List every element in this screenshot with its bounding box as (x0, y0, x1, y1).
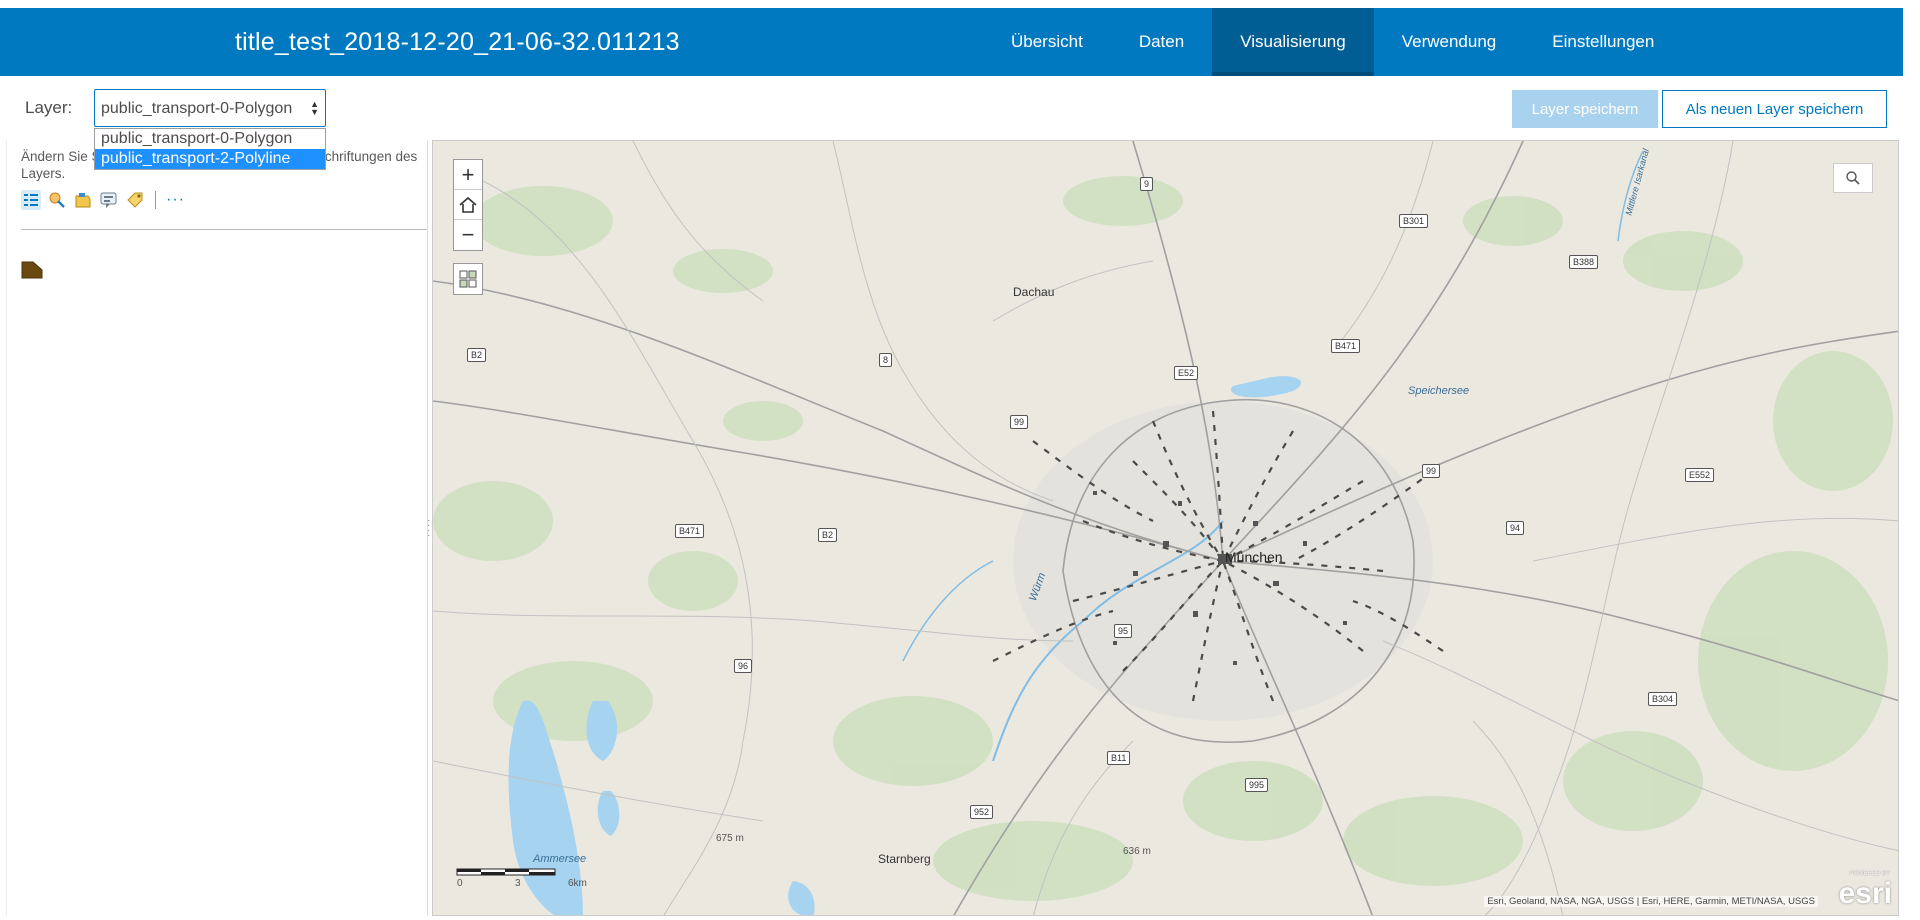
side-panel: Ändern Sie Stil, Filter, Felder, Pop-ups… (6, 140, 428, 916)
map-label-dachau: Dachau (1013, 285, 1055, 299)
road-shield: B304 (1648, 692, 1678, 706)
polygon-legend-swatch-icon (21, 260, 43, 280)
tab-visualization[interactable]: Visualisierung (1212, 8, 1374, 76)
zoom-controls: + − (453, 159, 483, 251)
layer-label: Layer: (25, 98, 73, 117)
road-shield: B2 (818, 528, 838, 542)
road-shield: 952 (970, 805, 994, 819)
map-view[interactable]: + − München Dachau Starnberg Speichersee… (432, 140, 1899, 916)
tab-overview[interactable]: Übersicht (983, 8, 1111, 76)
road-shield: 94 (1506, 521, 1525, 535)
road-shield: E552 (1685, 468, 1715, 482)
top-navigation-bar: title_test_2018-12-20_21-06-32.011213 Üb… (0, 8, 1903, 76)
fields-icon[interactable] (73, 190, 93, 210)
map-label-speichersee: Speichersee (1408, 385, 1470, 397)
select-arrows-icon: ▲ ▼ (310, 99, 319, 117)
layer-toolbar: Layer: public_transport-0-Polygon ▲ ▼ pub… (0, 76, 1903, 170)
zoom-out-icon[interactable]: − (454, 220, 482, 250)
page-title: title_test_2018-12-20_21-06-32.011213 (235, 28, 680, 56)
layer-dropdown-list: public_transport-0-Polygon public_transp… (94, 128, 326, 170)
panel-divider (21, 229, 427, 230)
save-layer-button[interactable]: Layer speichern (1512, 90, 1658, 128)
scale-bar-tick: 6km (568, 878, 587, 889)
style-icon[interactable] (21, 190, 41, 210)
basemap-gallery-control (453, 263, 483, 295)
tab-data[interactable]: Daten (1111, 8, 1212, 76)
tab-settings[interactable]: Einstellungen (1524, 8, 1682, 76)
road-shield: 99 (1010, 415, 1029, 429)
road-shield: B11 (1107, 751, 1131, 765)
zoom-in-icon[interactable]: + (454, 160, 482, 190)
road-shield: B301 (1399, 214, 1429, 228)
scale-bar-tick: 0 (457, 878, 463, 889)
panel-splitter[interactable]: · · · · (427, 516, 430, 541)
basemap (433, 141, 1898, 915)
filter-icon[interactable] (47, 190, 67, 210)
home-icon[interactable] (454, 190, 482, 220)
layer-select-value: public_transport-0-Polygon (101, 100, 293, 117)
layer-option-polygon[interactable]: public_transport-0-Polygon (95, 129, 325, 149)
road-shield: B471 (675, 524, 705, 538)
road-shield: 9 (1140, 177, 1154, 191)
road-shield: B388 (1569, 255, 1599, 269)
elevation-label: 636 m (1123, 846, 1151, 857)
basemap-gallery-icon[interactable] (454, 264, 482, 294)
road-shield: 95 (1114, 624, 1133, 638)
road-shield: E52 (1174, 366, 1199, 380)
road-shield: B2 (467, 348, 487, 362)
panel-toolbar: ··· (21, 190, 185, 210)
popup-icon[interactable] (99, 190, 119, 210)
elevation-label: 675 m (716, 833, 744, 844)
road-shield: 96 (734, 659, 753, 673)
toolbar-separator (155, 191, 156, 209)
more-options-icon[interactable]: ··· (166, 192, 185, 208)
tab-usage[interactable]: Verwendung (1374, 8, 1525, 76)
map-label-munich: München (1225, 549, 1283, 565)
road-shield: 8 (879, 353, 893, 367)
map-label-ammersee: Ammersee (533, 853, 587, 865)
map-label-starnberg: Starnberg (878, 852, 931, 866)
esri-logo[interactable]: esri (1839, 877, 1892, 911)
road-shield: 99 (1422, 464, 1441, 478)
road-shield: 995 (1245, 778, 1269, 792)
save-as-new-layer-button[interactable]: Als neuen Layer speichern (1662, 90, 1887, 128)
map-attribution[interactable]: Esri, Geoland, NASA, NGA, USGS | Esri, H… (1484, 896, 1818, 907)
map-search-icon[interactable] (1833, 163, 1873, 193)
main-tabs: Übersicht Daten Visualisierung Verwendun… (983, 8, 1682, 76)
layer-option-polyline[interactable]: public_transport-2-Polyline (95, 149, 325, 169)
layer-select[interactable]: public_transport-0-Polygon ▲ ▼ (94, 89, 326, 127)
scale-bar-tick: 3 (515, 878, 521, 889)
labels-icon[interactable] (125, 190, 145, 210)
road-shield: B471 (1331, 339, 1361, 353)
